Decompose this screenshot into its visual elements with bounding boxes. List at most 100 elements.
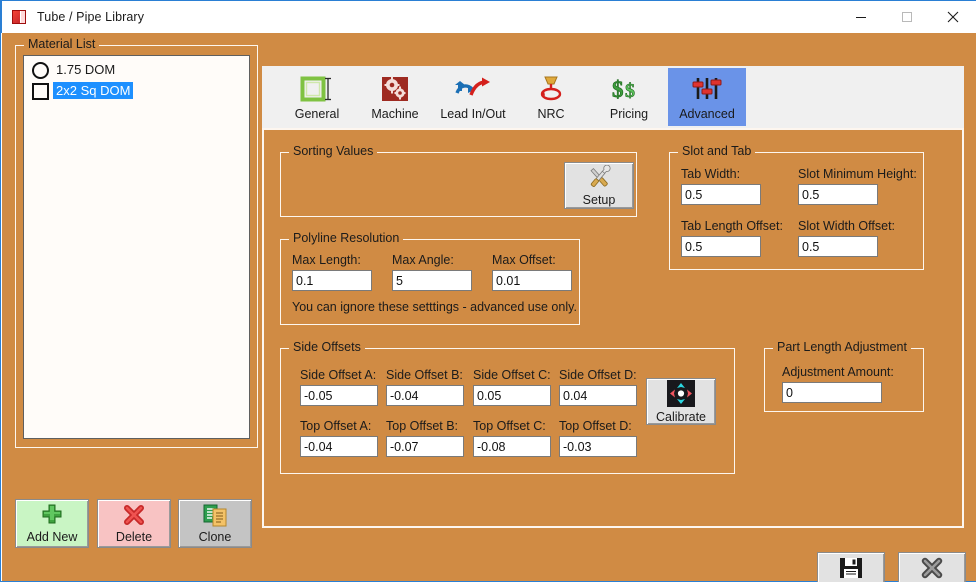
nrc-torch-icon — [536, 73, 566, 105]
calibrate-icon — [667, 379, 695, 410]
tab-label: Machine — [371, 107, 419, 121]
top-offset-b-label: Top Offset B: — [386, 419, 459, 433]
side-offset-d-field: Side Offset D: — [559, 368, 637, 406]
minimize-icon[interactable] — [838, 1, 884, 33]
side-offset-a-label: Side Offset A: — [300, 368, 377, 382]
side-offset-d-input[interactable] — [559, 385, 637, 406]
slot-minimum-height-input[interactable] — [798, 184, 878, 205]
tab-length-offset-label: Tab Length Offset: — [681, 219, 783, 233]
side-offset-a-field: Side Offset A: — [300, 368, 378, 406]
slot-minimum-height-field: Slot Minimum Height: — [798, 167, 917, 205]
tab-label: General — [294, 107, 340, 121]
close-icon[interactable] — [930, 1, 976, 33]
list-item[interactable]: 2x2 Sq DOM — [24, 80, 249, 101]
material-listbox[interactable]: 1.75 DOM 2x2 Sq DOM — [23, 55, 250, 439]
adjustment-amount-field: Adjustment Amount: — [782, 365, 894, 403]
top-offset-d-field: Top Offset D: — [559, 419, 637, 457]
delete-label: Delete — [115, 530, 153, 544]
tab-width-field: Tab Width: — [681, 167, 761, 205]
round-tube-icon — [30, 61, 49, 79]
group-legend: Side Offsets — [289, 340, 365, 354]
clone-label: Clone — [198, 530, 232, 544]
cross-icon — [121, 503, 147, 530]
tab-page-advanced: Sorting Values Setup Polyline Resolution… — [262, 128, 964, 528]
max-offset-label: Max Offset: — [492, 253, 556, 267]
group-legend: Polyline Resolution — [289, 231, 404, 245]
top-offset-c-label: Top Offset C: — [473, 419, 546, 433]
client-area: Material List 1.75 DOM 2x2 Sq DOM Add Ne… — [2, 33, 976, 582]
save-button[interactable]: Save — [817, 552, 885, 582]
window-title: Tube / Pipe Library — [37, 10, 145, 24]
tab-label: Lead In/Out — [440, 107, 506, 121]
slot-width-offset-field: Slot Width Offset: — [798, 219, 895, 257]
material-list-group: Material List 1.75 DOM 2x2 Sq DOM — [15, 37, 258, 448]
side-offset-b-field: Side Offset B: — [386, 368, 464, 406]
adjustment-amount-label: Adjustment Amount: — [782, 365, 894, 379]
tab-width-label: Tab Width: — [681, 167, 741, 181]
slot-width-offset-input[interactable] — [798, 236, 878, 257]
gears-icon — [379, 73, 411, 105]
svg-text:$: $ — [625, 80, 635, 102]
tab-label: Pricing — [609, 107, 649, 121]
side-offset-c-input[interactable] — [473, 385, 551, 406]
list-item-label: 1.75 DOM — [56, 62, 116, 77]
add-new-label: Add New — [26, 530, 78, 544]
top-offset-c-field: Top Offset C: — [473, 419, 551, 457]
tab-label: Advanced — [679, 107, 735, 121]
top-offset-c-input[interactable] — [473, 436, 551, 457]
top-offset-b-input[interactable] — [386, 436, 464, 457]
side-offset-b-label: Side Offset B: — [386, 368, 463, 382]
side-offset-c-label: Side Offset C: — [473, 368, 551, 382]
calibrate-label: Calibrate — [655, 409, 707, 424]
polyline-resolution-group: Polyline Resolution Max Length: Max Angl… — [280, 231, 580, 325]
add-new-button[interactable]: Add New — [15, 499, 89, 548]
side-offsets-group: Side Offsets Side Offset A: Side Offset … — [280, 340, 735, 474]
tab-machine[interactable]: Machine — [356, 68, 434, 126]
x-close-icon — [919, 556, 945, 582]
setup-button[interactable]: Setup — [564, 162, 634, 209]
tools-icon — [584, 164, 614, 193]
list-item[interactable]: 1.75 DOM — [24, 59, 249, 80]
max-offset-input[interactable] — [492, 270, 572, 291]
slot-width-offset-label: Slot Width Offset: — [798, 219, 896, 233]
tab-control: General Machine Lead In/Out NRC $ $ Pric… — [262, 66, 964, 528]
tab-strip: General Machine Lead In/Out NRC $ $ Pric… — [262, 66, 964, 128]
list-item-label: 2x2 Sq DOM — [53, 82, 134, 99]
top-offset-a-input[interactable] — [300, 436, 378, 457]
max-angle-label: Max Angle: — [392, 253, 454, 267]
tab-nrc[interactable]: NRC — [512, 68, 590, 126]
top-offset-d-label: Top Offset D: — [559, 419, 632, 433]
delete-button[interactable]: Delete — [97, 499, 171, 548]
slot-and-tab-group: Slot and Tab Tab Width: Slot Minimum Hei… — [669, 144, 924, 270]
tab-advanced[interactable]: Advanced — [668, 68, 746, 126]
max-angle-input[interactable] — [392, 270, 472, 291]
top-offset-d-input[interactable] — [559, 436, 637, 457]
side-offset-d-label: Side Offset D: — [559, 368, 637, 382]
sorting-values-group: Sorting Values Setup — [280, 144, 637, 217]
group-legend: Slot and Tab — [678, 144, 756, 158]
tab-pricing[interactable]: $ $ Pricing — [590, 68, 668, 126]
calibrate-button[interactable]: Calibrate — [646, 378, 716, 425]
tab-width-input[interactable] — [681, 184, 761, 205]
plus-icon — [39, 503, 65, 530]
group-legend: Sorting Values — [289, 144, 378, 158]
side-offset-b-input[interactable] — [386, 385, 464, 406]
tab-lead-in-out[interactable]: Lead In/Out — [434, 68, 512, 126]
side-offset-a-input[interactable] — [300, 385, 378, 406]
part-length-adjustment-group: Part Length Adjustment Adjustment Amount… — [764, 340, 924, 412]
svg-text:$: $ — [612, 77, 624, 102]
max-length-field: Max Length: — [292, 253, 372, 291]
close-button[interactable]: Close — [898, 552, 966, 582]
adjustment-amount-input[interactable] — [782, 382, 882, 403]
max-length-input[interactable] — [292, 270, 372, 291]
tab-general[interactable]: General — [278, 68, 356, 126]
group-legend: Part Length Adjustment — [773, 340, 911, 354]
window-controls — [838, 1, 976, 33]
maximize-icon[interactable] — [884, 1, 930, 33]
floppy-icon — [838, 556, 864, 582]
max-length-label: Max Length: — [292, 253, 361, 267]
clone-button[interactable]: Clone — [178, 499, 252, 548]
material-list-legend: Material List — [24, 37, 100, 51]
sliders-icon — [690, 73, 724, 105]
tab-length-offset-input[interactable] — [681, 236, 761, 257]
